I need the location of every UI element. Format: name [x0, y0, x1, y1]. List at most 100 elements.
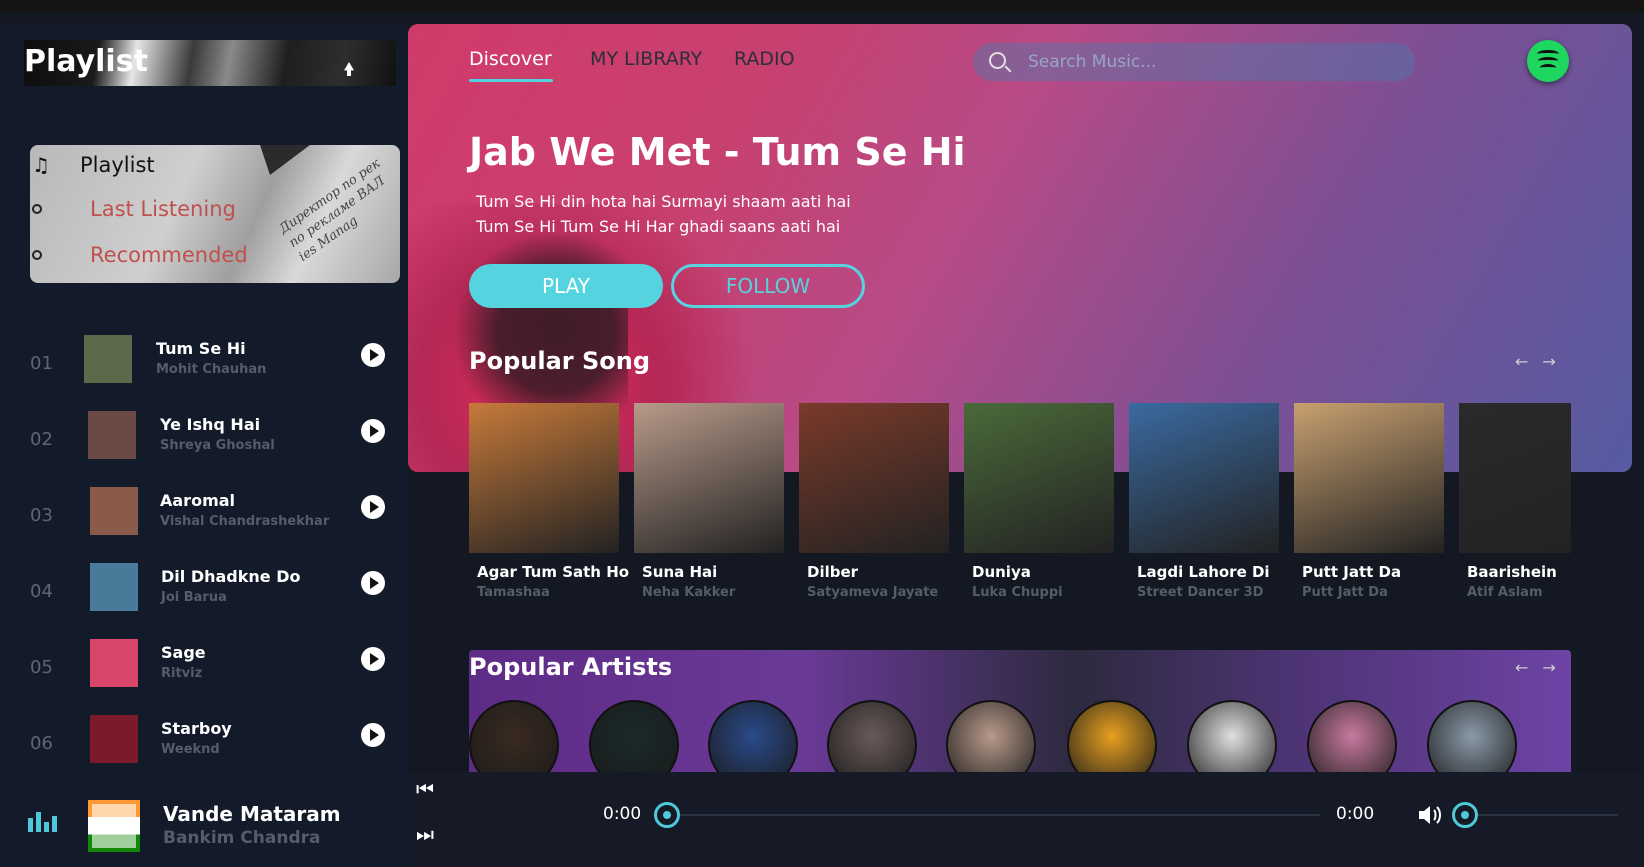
track-number: 03 — [30, 505, 53, 526]
track-thumbnail — [90, 639, 138, 687]
track-row[interactable]: 03 Aaromal Vishal Chandrashekhar — [0, 487, 400, 547]
now-playing-title: Vande Mataram — [163, 802, 341, 826]
song-card[interactable]: Suna Hai Neha Kakker — [634, 403, 784, 600]
track-row[interactable]: 01 Tum Se Hi Mohit Chauhan — [0, 335, 400, 395]
song-card[interactable]: Duniya Luka Chuppi — [964, 403, 1114, 600]
arrow-right-icon[interactable]: → — [1542, 658, 1569, 677]
tab-discover[interactable]: Discover — [469, 48, 552, 70]
current-time: 0:00 — [603, 804, 642, 824]
popular-artists-title: Popular Artists — [469, 653, 673, 681]
song-subtitle: Luka Chuppi — [972, 585, 1063, 600]
sidebar-menu: Директор по рек по рекламе ВАЛ ies Manag ♫… — [30, 145, 400, 283]
hero-lyric-line: Tum Se Hi din hota hai Surmayi shaam aat… — [476, 192, 851, 211]
tab-radio[interactable]: RADIO — [734, 48, 795, 70]
play-icon[interactable] — [361, 419, 385, 443]
track-thumbnail — [88, 411, 136, 459]
menu-item-playlist[interactable]: ♫ Playlist — [30, 153, 155, 177]
song-card[interactable]: Lagdi Lahore Di Street Dancer 3D — [1129, 403, 1279, 600]
music-note-icon: ♫ — [32, 153, 50, 177]
play-button[interactable]: PLAY — [469, 264, 663, 308]
sidebar-title: Playlist — [24, 44, 148, 79]
song-title: Dilber — [807, 563, 859, 581]
track-number: 06 — [30, 733, 53, 754]
follow-button[interactable]: FOLLOW — [671, 264, 865, 308]
volume-slider[interactable] — [1478, 814, 1618, 816]
song-title: Duniya — [972, 563, 1031, 581]
popular-song-arrows: ←→ — [1515, 352, 1570, 371]
search-bar — [973, 43, 1415, 81]
track-thumbnail — [90, 563, 138, 611]
track-artist: Weeknd — [161, 742, 220, 757]
hero-lyric-line: Tum Se Hi Tum Se Hi Har ghadi saans aati… — [476, 217, 841, 236]
song-subtitle: Street Dancer 3D — [1137, 585, 1264, 600]
popular-song-title: Popular Song — [469, 347, 650, 375]
track-title: Sage — [161, 643, 206, 662]
song-title: Agar Tum Sath Ho — [477, 563, 630, 581]
popular-song-list: Agar Tum Sath Ho Tamashaa Suna Hai Neha … — [469, 403, 1571, 613]
tab-my-library[interactable]: MY LIBRARY — [590, 48, 702, 70]
track-title: Dil Dhadkne Do — [161, 567, 301, 586]
search-icon[interactable] — [989, 52, 1006, 69]
progress-bar[interactable] — [680, 814, 1320, 816]
track-number: 01 — [30, 353, 53, 374]
volume-icon[interactable] — [1418, 804, 1444, 826]
play-icon[interactable] — [361, 343, 385, 367]
now-playing-thumbnail — [88, 800, 140, 852]
track-thumbnail — [84, 335, 132, 383]
page-fold-decoration — [260, 145, 310, 175]
app-window: Playlist Директор по рек по рекламе ВАЛ ie… — [0, 0, 1644, 867]
track-thumbnail — [90, 487, 138, 535]
song-card[interactable]: Baarishein Atif Aslam — [1459, 403, 1571, 600]
track-artist: Shreya Ghoshal — [160, 438, 275, 453]
song-cover — [964, 403, 1114, 553]
track-row[interactable]: 05 Sage Ritviz — [0, 639, 400, 699]
song-cover — [1459, 403, 1571, 553]
track-artist: Vishal Chandrashekhar — [160, 514, 330, 529]
track-title: Starboy — [161, 719, 232, 738]
menu-item-label: Playlist — [80, 153, 155, 177]
track-row[interactable]: 06 Starboy Weeknd — [0, 715, 400, 775]
song-card[interactable]: Dilber Satyameva Jayate — [799, 403, 949, 600]
song-subtitle: Putt Jatt Da — [1302, 585, 1388, 600]
song-cover — [634, 403, 784, 553]
sidebar-banner: Playlist — [24, 40, 396, 86]
sidebar: Playlist Директор по рек по рекламе ВАЛ ie… — [0, 24, 408, 867]
song-card[interactable]: Putt Jatt Da Putt Jatt Da — [1294, 403, 1444, 600]
volume-knob[interactable] — [1452, 802, 1478, 828]
duration-time: 0:00 — [1336, 804, 1375, 824]
song-subtitle: Tamashaa — [477, 585, 550, 600]
arrow-up-icon — [344, 62, 354, 76]
song-subtitle: Atif Aslam — [1467, 585, 1543, 600]
menu-item-label: Last Listening — [90, 197, 236, 221]
progress-knob[interactable] — [654, 802, 680, 828]
skip-next-icon[interactable]: ⏭ — [416, 822, 434, 846]
play-icon[interactable] — [361, 495, 385, 519]
song-title: Lagdi Lahore Di — [1137, 563, 1270, 581]
song-title: Suna Hai — [642, 563, 718, 581]
song-cover — [469, 403, 619, 553]
play-icon[interactable] — [361, 647, 385, 671]
spotify-logo-icon[interactable] — [1527, 40, 1569, 82]
arrow-left-icon[interactable]: ← — [1515, 352, 1542, 371]
track-title: Ye Ishq Hai — [160, 415, 261, 434]
menu-item-label: Recommended — [90, 243, 248, 267]
track-title: Tum Se Hi — [156, 339, 246, 358]
menu-item-recommended[interactable]: Recommended — [30, 243, 248, 267]
skip-previous-icon[interactable]: ⏮ — [416, 777, 434, 801]
now-playing-artist: Bankim Chandra — [163, 828, 321, 848]
play-icon[interactable] — [361, 571, 385, 595]
menu-item-last-listening[interactable]: Last Listening — [30, 197, 236, 221]
search-input[interactable] — [1028, 43, 1398, 81]
song-title: Baarishein — [1467, 563, 1557, 581]
track-row[interactable]: 04 Dil Dhadkne Do Joi Barua — [0, 563, 400, 623]
play-icon[interactable] — [361, 723, 385, 747]
arrow-left-icon[interactable]: ← — [1515, 658, 1542, 677]
arrow-right-icon[interactable]: → — [1542, 352, 1569, 371]
radio-dot-icon — [32, 250, 42, 260]
song-card[interactable]: Agar Tum Sath Ho Tamashaa — [469, 403, 630, 600]
now-playing: Vande Mataram Bankim Chandra — [0, 786, 408, 856]
track-number: 02 — [30, 429, 53, 450]
popular-artists-panel: Popular Artists ←→ — [469, 650, 1571, 791]
popular-artists-arrows: ←→ — [1515, 658, 1570, 677]
track-row[interactable]: 02 Ye Ishq Hai Shreya Ghoshal — [0, 411, 400, 471]
